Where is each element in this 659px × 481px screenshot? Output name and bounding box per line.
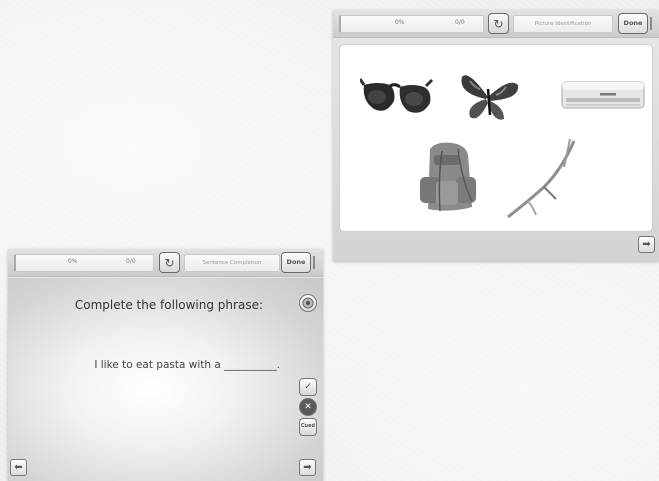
next-button[interactable]: ➡: [638, 236, 655, 253]
progress-count: 0/0: [126, 258, 136, 265]
picture-zipper[interactable]: [504, 139, 580, 219]
picture-sunglasses[interactable]: [360, 71, 434, 123]
refresh-icon: ↻: [164, 255, 175, 270]
progress-percent: 0%: [395, 19, 405, 26]
picture-air-conditioner[interactable]: [560, 79, 646, 113]
cued-button[interactable]: Cued: [299, 418, 317, 436]
picture-top-bar: 0% 0/0 ↻ Picture Identification Done: [333, 10, 659, 38]
check-icon: ✓: [304, 381, 312, 392]
arrow-left-icon: ⬅: [14, 461, 23, 473]
picture-grid: [339, 44, 653, 232]
sentence-area: Complete the following phrase: I like to…: [8, 278, 323, 481]
arrow-right-icon: ➡: [642, 238, 651, 250]
previous-button[interactable]: ⬅: [10, 459, 27, 476]
audio-button[interactable]: [299, 294, 317, 312]
speaker-icon: [302, 297, 314, 309]
done-button[interactable]: Done: [281, 252, 315, 273]
sentence-completion-panel: 0% 0/0 ↻ Sentence Completion Done Comple…: [8, 249, 323, 481]
reset-button[interactable]: ↻: [488, 13, 509, 34]
refresh-icon: ↻: [493, 16, 504, 31]
progress-count: 0/0: [455, 19, 465, 26]
clear-button[interactable]: ✕: [299, 398, 317, 416]
phrase-text: I like to eat pasta with a __________.: [94, 359, 280, 371]
check-button[interactable]: ✓: [299, 378, 317, 396]
picture-identification-panel: 0% 0/0 ↻ Picture Identification Done ➡: [333, 10, 659, 261]
picture-butterfly[interactable]: [458, 67, 520, 127]
mode-label: Sentence Completion: [184, 254, 280, 272]
progress-bar: 0% 0/0: [14, 254, 154, 272]
close-icon: ✕: [304, 401, 312, 412]
progress-bar: 0% 0/0: [339, 15, 484, 33]
progress-percent: 0%: [68, 258, 78, 265]
done-button[interactable]: Done: [618, 13, 652, 34]
mode-label: Picture Identification: [513, 15, 613, 33]
sentence-top-bar: 0% 0/0 ↻ Sentence Completion Done: [8, 249, 323, 277]
next-button[interactable]: ➡: [299, 459, 316, 476]
prompt-text: Complete the following phrase:: [74, 298, 263, 312]
picture-backpack[interactable]: [412, 141, 484, 217]
reset-button[interactable]: ↻: [159, 252, 180, 273]
arrow-right-icon: ➡: [303, 461, 312, 473]
